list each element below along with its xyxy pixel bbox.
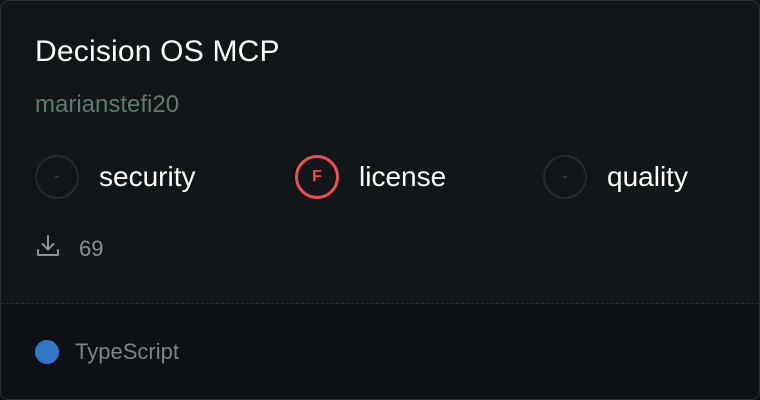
score-license[interactable]: F license <box>295 155 446 199</box>
downloads-stat: 69 <box>35 233 103 264</box>
language-color-dot <box>35 340 59 364</box>
license-label: license <box>359 161 447 192</box>
quality-grade-badge: - <box>543 155 587 199</box>
security-label: security <box>99 161 196 192</box>
package-card[interactable]: Decision OS MCP marianstefi20 - security… <box>0 0 760 400</box>
language-indicator: TypeScript <box>35 339 179 365</box>
package-owner[interactable]: marianstefi20 <box>35 91 179 119</box>
language-name: TypeScript <box>75 339 179 364</box>
download-icon <box>35 233 61 264</box>
license-grade-badge: F <box>295 155 339 199</box>
score-quality[interactable]: - quality <box>543 155 688 199</box>
score-security[interactable]: - security <box>35 155 195 199</box>
package-title[interactable]: Decision OS MCP <box>35 35 280 69</box>
download-count: 69 <box>79 235 104 261</box>
security-grade-badge: - <box>35 155 79 199</box>
quality-label: quality <box>607 161 688 192</box>
footer-divider <box>1 303 759 304</box>
